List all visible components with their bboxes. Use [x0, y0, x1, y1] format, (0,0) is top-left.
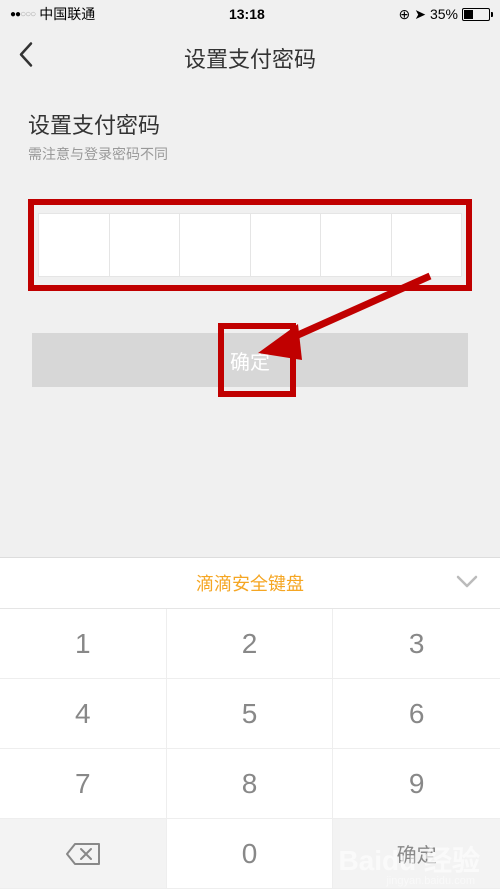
password-digit-4[interactable] — [251, 214, 322, 276]
confirm-button[interactable]: 确定 — [32, 333, 468, 387]
password-boxes[interactable] — [38, 213, 462, 277]
keyboard-collapse-button[interactable] — [456, 572, 478, 595]
status-left: ●●○○○ 中国联通 — [10, 4, 95, 24]
location-icon: ➤ — [414, 6, 426, 23]
battery-icon — [462, 8, 490, 21]
battery-pct: 35% — [430, 6, 458, 22]
content-area: 设置支付密码 需注意与登录密码不同 确定 — [0, 88, 500, 407]
confirm-button-wrap: 确定 — [28, 333, 472, 387]
password-digit-6[interactable] — [392, 214, 462, 276]
keyboard-title: 滴滴安全键盘 — [196, 570, 304, 596]
password-digit-3[interactable] — [180, 214, 251, 276]
orientation-lock-icon: ⊕ — [399, 6, 411, 23]
keyboard-grid: 1 2 3 4 5 6 7 8 9 0 确定 — [0, 609, 500, 889]
confirm-button-label: 确定 — [230, 346, 270, 375]
back-button[interactable] — [18, 42, 34, 75]
carrier-label: 中国联通 — [39, 4, 95, 24]
backspace-icon — [65, 842, 101, 866]
key-3[interactable]: 3 — [333, 609, 500, 679]
key-backspace[interactable] — [0, 819, 167, 889]
watermark-sub: jingyan.baidu.com — [386, 875, 475, 887]
section-subtitle: 需注意与登录密码不同 — [28, 144, 472, 164]
key-0[interactable]: 0 — [167, 819, 334, 889]
nav-bar: 设置支付密码 — [0, 28, 500, 88]
chevron-down-icon — [456, 575, 478, 589]
password-digit-2[interactable] — [110, 214, 181, 276]
key-5[interactable]: 5 — [167, 679, 334, 749]
clock: 13:18 — [229, 6, 265, 22]
section-title: 设置支付密码 — [28, 108, 472, 140]
key-8[interactable]: 8 — [167, 749, 334, 819]
signal-dots: ●●○○○ — [10, 9, 35, 20]
key-7[interactable]: 7 — [0, 749, 167, 819]
key-6[interactable]: 6 — [333, 679, 500, 749]
keyboard: 滴滴安全键盘 1 2 3 4 5 6 7 8 9 0 确定 — [0, 557, 500, 889]
key-2[interactable]: 2 — [167, 609, 334, 679]
password-digit-5[interactable] — [321, 214, 392, 276]
key-9[interactable]: 9 — [333, 749, 500, 819]
status-right: ⊕ ➤ 35% — [399, 6, 491, 23]
page-title: 设置支付密码 — [184, 42, 316, 74]
password-digit-1[interactable] — [39, 214, 110, 276]
key-1[interactable]: 1 — [0, 609, 167, 679]
password-input-area — [28, 199, 472, 291]
chevron-left-icon — [18, 42, 34, 68]
key-4[interactable]: 4 — [0, 679, 167, 749]
status-bar: ●●○○○ 中国联通 13:18 ⊕ ➤ 35% — [0, 0, 500, 28]
keyboard-header: 滴滴安全键盘 — [0, 557, 500, 609]
